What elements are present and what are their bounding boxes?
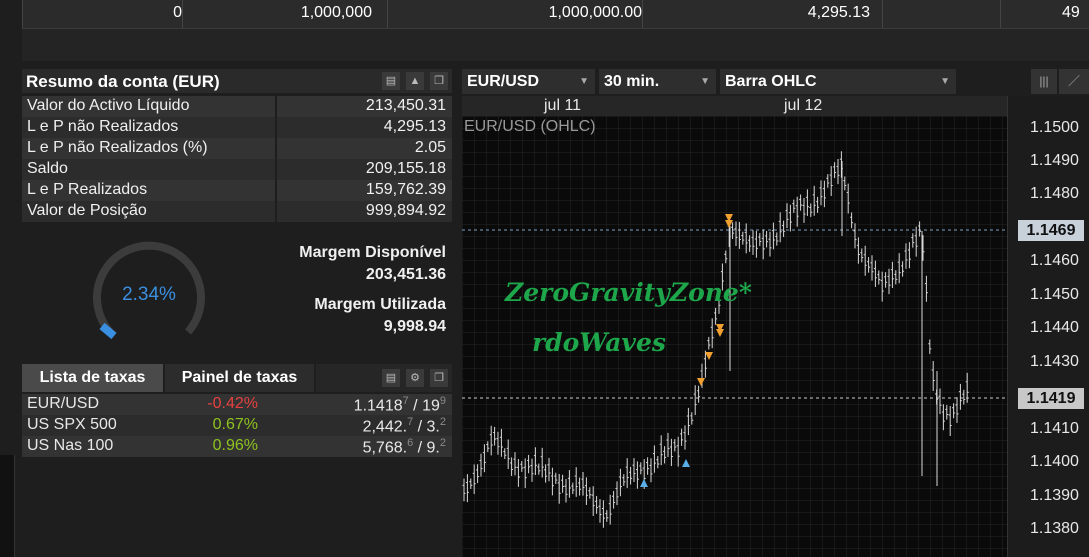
account-panel-title: Resumo da conta (EUR) bbox=[26, 72, 220, 91]
price-tick: 1.1410 bbox=[1030, 420, 1079, 437]
chevron-down-icon: ▼ bbox=[700, 76, 710, 87]
gauge-fill bbox=[99, 322, 117, 340]
account-row: L e P não Realizados (%) 2.05 bbox=[22, 138, 452, 159]
price-tick: 1.1380 bbox=[1030, 520, 1079, 537]
chevron-down-icon: ▼ bbox=[579, 76, 589, 87]
top-cell-pnl: 4,295.13 bbox=[807, 4, 870, 21]
used-margin-value: 9,998.94 bbox=[383, 318, 446, 335]
left-edge-panel bbox=[0, 455, 15, 557]
rates-menu-icon[interactable]: ▤ bbox=[382, 369, 400, 387]
top-cell-value: 1,000,000.00 bbox=[548, 4, 642, 21]
available-margin-value: 203,451.36 bbox=[365, 266, 446, 283]
draw-line-icon[interactable]: ／ bbox=[1059, 69, 1089, 94]
tab-rates-panel[interactable]: Painel de taxas bbox=[165, 364, 314, 392]
series-label: EUR/USD (OHLC) bbox=[464, 118, 596, 135]
price-tick: 1.1480 bbox=[1030, 185, 1079, 202]
watermark-line-2: rdoWaves bbox=[532, 328, 666, 357]
account-panel-header: Resumo da conta (EUR) ▤ ▲ ❐ bbox=[22, 69, 452, 93]
price-marker-current-1: 1.1469 bbox=[1018, 220, 1084, 241]
date-axis: jul 11 jul 12 bbox=[462, 96, 1007, 116]
available-margin-label: Margem Disponível bbox=[299, 244, 446, 261]
price-tick: 1.1400 bbox=[1030, 453, 1079, 470]
gauge-value: 2.34% bbox=[122, 284, 176, 305]
watermark-line-1: ZeroGravityZone* bbox=[505, 278, 752, 307]
collapse-icon[interactable]: ▲ bbox=[406, 72, 424, 90]
account-row: Valor do Activo Líquido 213,450.31 bbox=[22, 96, 452, 117]
price-tick: 1.1430 bbox=[1030, 353, 1079, 370]
top-table-empty-area bbox=[22, 28, 1089, 61]
top-cell-truncated: 49 bbox=[1062, 4, 1080, 21]
account-row: Valor de Posição 999,894.92 bbox=[22, 201, 452, 222]
top-cell-amount: 1,000,000 bbox=[300, 4, 372, 21]
rate-row-eurusd[interactable]: EUR/USD -0.42% 1.14187 / 199 bbox=[22, 394, 452, 415]
top-cell-qty: 0 bbox=[173, 4, 182, 21]
price-tick: 1.1450 bbox=[1030, 286, 1079, 303]
panel-menu-icon[interactable]: ▤ bbox=[382, 72, 400, 90]
rate-row-nas[interactable]: US Nas 100 0.96% 5,768.6 / 9.2 bbox=[22, 436, 452, 457]
chart-type-select[interactable]: Barra OHLC ▼ bbox=[720, 69, 956, 94]
used-margin-label: Margem Utilizada bbox=[314, 296, 446, 313]
date-label: jul 12 bbox=[784, 97, 823, 114]
account-row: Saldo 209,155.18 bbox=[22, 159, 452, 180]
account-row: L e P Realizados 159,762.39 bbox=[22, 180, 452, 201]
timeframe-select[interactable]: 30 min. ▼ bbox=[599, 69, 716, 94]
price-tick: 1.1460 bbox=[1030, 252, 1079, 269]
date-label: jul 11 bbox=[544, 97, 582, 114]
price-marker-current-2: 1.1419 bbox=[1018, 388, 1084, 409]
tab-rates-list[interactable]: Lista de taxas bbox=[22, 364, 163, 392]
symbol-select[interactable]: EUR/USD ▼ bbox=[462, 69, 595, 94]
price-tick: 1.1440 bbox=[1030, 319, 1079, 336]
rates-popout-icon[interactable]: ❐ bbox=[430, 369, 448, 387]
price-tick: 1.1500 bbox=[1030, 119, 1079, 136]
price-tick: 1.1390 bbox=[1030, 487, 1079, 504]
price-tick: 1.1490 bbox=[1030, 152, 1079, 169]
bars-icon[interactable]: ||| bbox=[1031, 69, 1057, 94]
popout-icon[interactable]: ❐ bbox=[430, 72, 448, 90]
rate-row-spx[interactable]: US SPX 500 0.67% 2,442.7 / 3.2 bbox=[22, 415, 452, 436]
top-table-row[interactable]: 0 1,000,000 1,000,000.00 4,295.13 49 bbox=[22, 0, 1089, 28]
chevron-down-icon: ▼ bbox=[940, 76, 950, 87]
rates-settings-icon[interactable]: ⚙ bbox=[406, 369, 424, 387]
account-row: L e P não Realizados 4,295.13 bbox=[22, 117, 452, 138]
